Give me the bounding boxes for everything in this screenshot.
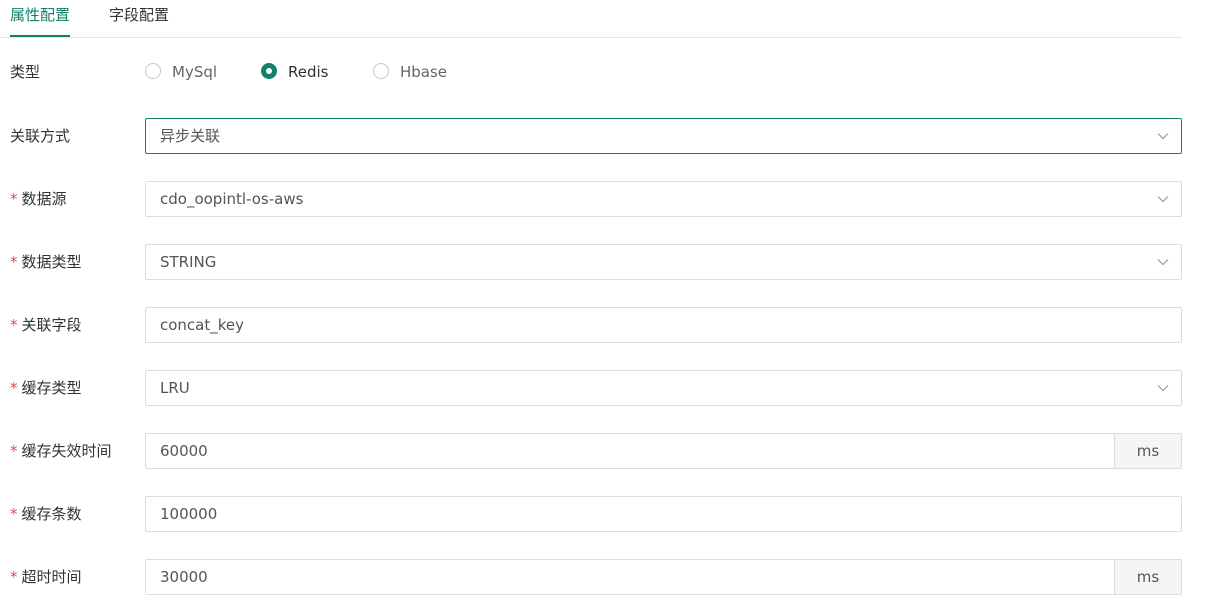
required-mark: *	[10, 379, 18, 397]
join-field-row: * 关联字段 concat_key	[0, 307, 1182, 343]
join-mode-value: 异步关联	[160, 127, 221, 145]
data-type-value: STRING	[160, 253, 217, 271]
tab-attribute-config[interactable]: 属性配置	[10, 0, 71, 37]
join-field-label: * 关联字段	[10, 307, 82, 343]
radio-mysql[interactable]: MySql	[145, 54, 225, 90]
join-mode-row: 关联方式 异步关联	[0, 118, 1182, 154]
cache-type-label-text: 缓存类型	[21, 379, 82, 397]
cache-type-label: * 缓存类型	[10, 370, 82, 406]
cache-size-label: * 缓存条数	[10, 496, 82, 532]
join-field-value: concat_key	[160, 316, 245, 334]
required-mark: *	[10, 568, 18, 586]
data-type-label-text: 数据类型	[21, 253, 82, 271]
timeout-value: 30000	[160, 568, 208, 586]
data-source-value: cdo_oopintl-os-aws	[160, 190, 304, 208]
cache-ttl-label-text: 缓存失效时间	[21, 442, 112, 460]
cache-ttl-label: * 缓存失效时间	[10, 433, 112, 469]
chevron-down-icon[interactable]	[1157, 130, 1169, 142]
cache-ttl-value: 60000	[160, 442, 208, 460]
timeout-unit: ms	[1114, 560, 1181, 594]
cache-type-value: LRU	[160, 379, 190, 397]
tab-field-config[interactable]: 字段配置	[109, 0, 169, 36]
timeout-input[interactable]: 30000 ms	[145, 559, 1182, 595]
cache-type-row: * 缓存类型 LRU	[0, 370, 1182, 406]
timeout-label: * 超时时间	[10, 559, 82, 595]
radio-circle-icon[interactable]	[145, 63, 161, 79]
cache-type-select[interactable]: LRU	[145, 370, 1182, 406]
timeout-label-text: 超时时间	[21, 568, 82, 586]
required-mark: *	[10, 316, 18, 334]
radio-checked-icon[interactable]	[261, 63, 277, 79]
radio-label-redis: Redis	[288, 63, 329, 81]
data-type-row: * 数据类型 STRING	[0, 244, 1182, 280]
join-field-input[interactable]: concat_key	[145, 307, 1182, 343]
cache-size-input[interactable]: 100000	[145, 496, 1182, 532]
config-tabs: 属性配置 字段配置	[0, 0, 1182, 38]
data-source-label-text: 数据源	[21, 190, 67, 208]
cache-ttl-row: * 缓存失效时间 60000 ms	[0, 433, 1182, 469]
radio-hbase[interactable]: Hbase	[373, 54, 463, 90]
radio-label-mysql: MySql	[172, 63, 218, 81]
timeout-row: * 超时时间 30000 ms	[0, 559, 1182, 595]
radio-circle-icon[interactable]	[373, 63, 389, 79]
type-row: 类型 MySql Redis Hbase	[0, 54, 1182, 90]
data-type-label: * 数据类型	[10, 244, 82, 280]
join-mode-select[interactable]: 异步关联	[145, 118, 1182, 154]
cache-size-label-text: 缓存条数	[21, 505, 82, 523]
type-label: 类型	[10, 63, 41, 81]
required-mark: *	[10, 505, 18, 523]
chevron-down-icon[interactable]	[1157, 382, 1169, 394]
chevron-down-icon[interactable]	[1157, 193, 1169, 205]
chevron-down-icon[interactable]	[1157, 256, 1169, 268]
join-field-label-text: 关联字段	[21, 316, 82, 334]
required-mark: *	[10, 442, 18, 460]
data-source-label: * 数据源	[10, 181, 67, 217]
required-mark: *	[10, 190, 18, 208]
radio-label-hbase: Hbase	[400, 63, 448, 81]
data-type-select[interactable]: STRING	[145, 244, 1182, 280]
cache-size-value: 100000	[160, 505, 218, 523]
cache-ttl-input[interactable]: 60000 ms	[145, 433, 1182, 469]
required-mark: *	[10, 253, 18, 271]
cache-ttl-unit: ms	[1114, 434, 1181, 468]
cache-size-row: * 缓存条数 100000	[0, 496, 1182, 532]
radio-redis[interactable]: Redis	[261, 54, 341, 90]
data-source-select[interactable]: cdo_oopintl-os-aws	[145, 181, 1182, 217]
data-source-row: * 数据源 cdo_oopintl-os-aws	[0, 181, 1182, 217]
join-mode-label: 关联方式	[10, 127, 71, 145]
